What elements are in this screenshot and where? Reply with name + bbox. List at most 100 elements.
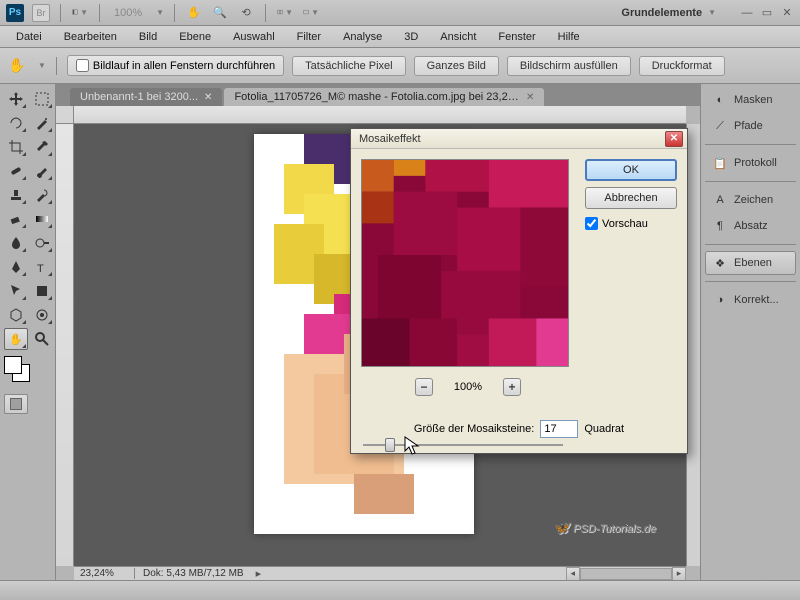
close-icon[interactable]: ✕ (204, 92, 212, 103)
dialog-close-button[interactable]: ✕ (665, 131, 683, 147)
character-icon: A (712, 192, 728, 208)
panel-ebenen[interactable]: ❖Ebenen (705, 251, 796, 275)
heal-tool[interactable] (4, 160, 28, 182)
panel-protokoll[interactable]: 📋Protokoll (705, 151, 796, 175)
quickmask-toggle[interactable] (4, 394, 28, 414)
arrange-icon[interactable]: ▼ (276, 4, 294, 22)
scrollbar-vertical[interactable] (686, 124, 700, 566)
fit-screen-button[interactable]: Ganzes Bild (414, 56, 499, 76)
zoom-in-button[interactable]: + (503, 378, 521, 396)
menu-fenster[interactable]: Fenster (488, 28, 545, 46)
menu-bild[interactable]: Bild (129, 28, 167, 46)
layout-icon[interactable]: ▼ (71, 4, 89, 22)
current-tool-icon: ✋ (6, 55, 28, 77)
slider-thumb[interactable] (385, 438, 395, 452)
status-docsize[interactable]: Dok: 5,43 MB/7,12 MB (134, 568, 252, 579)
maximize-button[interactable]: ▭ (760, 6, 774, 20)
eyedropper-tool[interactable] (30, 136, 54, 158)
eraser-tool[interactable] (4, 208, 28, 230)
menu-ebene[interactable]: Ebene (169, 28, 221, 46)
menu-datei[interactable]: Datei (6, 28, 52, 46)
zoom-tool[interactable] (30, 328, 54, 350)
panel-absatz[interactable]: ¶Absatz (705, 214, 796, 238)
status-bar: 23,24% Dok: 5,43 MB/7,12 MB ▸ ◂ ▸ (74, 566, 686, 580)
watermark: 🦋 PSD-Tutorials.de (553, 520, 656, 536)
print-size-button[interactable]: Druckformat (639, 56, 725, 76)
document-tab-2[interactable]: Fotolia_11705726_M© mashe - Fotolia.com.… (224, 88, 544, 106)
close-button[interactable]: ✕ (780, 6, 794, 20)
scroll-right-icon[interactable]: ▸ (672, 567, 686, 581)
pen-tool[interactable] (4, 256, 28, 278)
mask-icon: ◐ (712, 92, 728, 108)
cell-size-label: Größe der Mosaiksteine: (414, 423, 534, 435)
svg-text:T: T (37, 263, 44, 275)
toolbox: T ✋ (0, 84, 56, 580)
actual-pixels-button[interactable]: Tatsächliche Pixel (292, 56, 405, 76)
3d-camera-tool[interactable] (30, 304, 54, 326)
mosaic-dialog: Mosaikeffekt ✕ (350, 128, 688, 454)
wand-tool[interactable] (30, 112, 54, 134)
gradient-tool[interactable] (30, 208, 54, 230)
screen-mode-icon[interactable]: ▼ (302, 4, 320, 22)
brush-tool[interactable] (30, 160, 54, 182)
menu-3d[interactable]: 3D (394, 28, 428, 46)
stamp-tool[interactable] (4, 184, 28, 206)
history-icon: 📋 (712, 155, 728, 171)
menu-bearbeiten[interactable]: Bearbeiten (54, 28, 127, 46)
cell-size-input[interactable] (540, 420, 578, 438)
menu-bar: Datei Bearbeiten Bild Ebene Auswahl Filt… (0, 26, 800, 48)
hand-tool-icon[interactable]: ✋ (185, 4, 203, 22)
type-tool[interactable]: T (30, 256, 54, 278)
panel-masken[interactable]: ◐Masken (705, 88, 796, 112)
zoom-percent[interactable]: 100% (110, 7, 146, 19)
shape-tool[interactable] (30, 280, 54, 302)
paths-icon: ⟋ (712, 118, 728, 134)
fill-screen-button[interactable]: Bildschirm ausfüllen (507, 56, 631, 76)
ruler-vertical[interactable] (56, 124, 74, 566)
cell-size-slider[interactable] (351, 438, 687, 446)
lasso-tool[interactable] (4, 112, 28, 134)
marquee-tool[interactable] (30, 88, 54, 110)
move-tool[interactable] (4, 88, 28, 110)
options-bar: ✋▼ Bildlauf in allen Fenstern durchführe… (0, 48, 800, 84)
panel-korrekturen[interactable]: ◑Korrekt... (705, 288, 796, 312)
cell-size-unit: Quadrat (584, 423, 624, 435)
foreground-swatch[interactable] (4, 356, 22, 374)
history-brush-tool[interactable] (30, 184, 54, 206)
adjustments-icon: ◑ (712, 292, 728, 308)
minimize-button[interactable]: — (740, 6, 754, 20)
status-zoom[interactable]: 23,24% (74, 568, 134, 579)
menu-auswahl[interactable]: Auswahl (223, 28, 285, 46)
blur-tool[interactable] (4, 232, 28, 254)
menu-hilfe[interactable]: Hilfe (548, 28, 590, 46)
color-swatches[interactable] (4, 356, 38, 390)
close-icon[interactable]: ✕ (526, 92, 534, 103)
preview-checkbox[interactable]: Vorschau (585, 217, 677, 230)
scroll-all-checkbox[interactable]: Bildlauf in allen Fenstern durchführen (67, 55, 284, 76)
menu-filter[interactable]: Filter (287, 28, 331, 46)
workspace-dropdown[interactable]: Grundelemente▼ (613, 5, 724, 21)
zoom-out-button[interactable]: − (415, 378, 433, 396)
menu-ansicht[interactable]: Ansicht (430, 28, 486, 46)
3d-tool[interactable] (4, 304, 28, 326)
panel-zeichen[interactable]: AZeichen (705, 188, 796, 212)
paragraph-icon: ¶ (712, 218, 728, 234)
menu-analyse[interactable]: Analyse (333, 28, 392, 46)
hand-tool[interactable]: ✋ (4, 328, 28, 350)
dodge-tool[interactable] (30, 232, 54, 254)
document-tab-1[interactable]: Unbenannt-1 bei 3200...✕ (70, 88, 222, 106)
bridge-logo[interactable]: Br (32, 4, 50, 22)
ruler-horizontal[interactable] (74, 106, 686, 124)
cancel-button[interactable]: Abbrechen (585, 187, 677, 209)
scroll-left-icon[interactable]: ◂ (566, 567, 580, 581)
dialog-titlebar[interactable]: Mosaikeffekt ✕ (351, 129, 687, 149)
rotate-view-icon[interactable]: ⟲ (237, 4, 255, 22)
zoom-tool-icon[interactable]: 🔍 (211, 4, 229, 22)
panel-pfade[interactable]: ⟋Pfade (705, 114, 796, 138)
photoshop-logo: Ps (6, 4, 24, 22)
preview-box[interactable] (361, 159, 569, 367)
ruler-corner (56, 106, 74, 124)
path-select-tool[interactable] (4, 280, 28, 302)
ok-button[interactable]: OK (585, 159, 677, 181)
crop-tool[interactable] (4, 136, 28, 158)
